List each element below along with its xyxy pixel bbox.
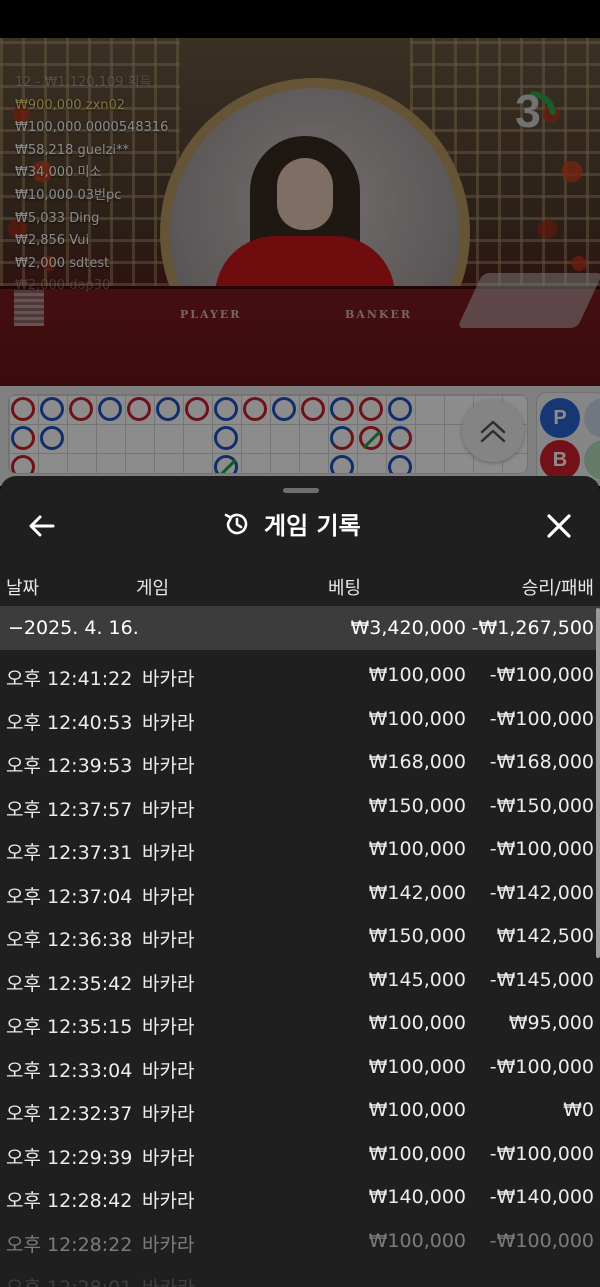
day-summary-row[interactable]: −2025. 4. 16. ₩3,420,000 -₩1,267,500 xyxy=(0,606,600,650)
win-loss-amount: -₩168,000 xyxy=(489,751,594,773)
game-name: 바카라 xyxy=(142,668,195,690)
dim-overlay[interactable] xyxy=(0,38,600,486)
game-name: 바카라 xyxy=(142,1233,195,1256)
round-time: 오후 12:29:39 xyxy=(6,1146,133,1169)
arrow-left-icon xyxy=(29,515,55,537)
bet-amount: ₩145,000 xyxy=(368,968,466,991)
column-header-bet: 베팅 xyxy=(328,578,362,599)
history-list: 오후 12:41:22 바카라 ₩100,000 -₩100,000 오후 12:40… xyxy=(0,654,600,1287)
bet-amount: ₩100,000 xyxy=(368,1142,466,1165)
status-bar xyxy=(0,0,600,38)
win-loss-amount: -₩142,000 xyxy=(489,881,594,904)
history-row[interactable]: 오후 12:36:38 바카라 ₩150,000 ₩142,500 xyxy=(0,915,600,959)
round-time: 오후 12:41:22 xyxy=(6,668,133,690)
column-header-win-loss: 승리/패배 xyxy=(521,578,594,599)
game-name: 바카라 xyxy=(142,1059,195,1082)
bet-amount: ₩140,000 xyxy=(368,1186,466,1208)
close-button[interactable] xyxy=(543,510,575,542)
bet-amount: ₩100,000 xyxy=(368,664,466,686)
round-time: 오후 12:37:57 xyxy=(6,798,133,821)
game-name: 바카라 xyxy=(142,711,195,734)
game-name: 바카라 xyxy=(142,1190,195,1212)
history-row[interactable]: 오후 12:37:57 바카라 ₩150,000 -₩150,000 xyxy=(0,785,600,829)
round-time: 오후 12:35:42 xyxy=(6,972,133,995)
round-time: 오후 12:37:04 xyxy=(6,885,133,908)
game-name: 바카라 xyxy=(142,1103,195,1125)
round-time: 오후 12:36:38 xyxy=(6,929,133,951)
sheet-title: 게임 기록 xyxy=(264,512,361,540)
round-time: 오후 12:39:53 xyxy=(6,755,133,777)
scrollbar[interactable] xyxy=(596,608,600,958)
win-loss-amount: ₩0 xyxy=(563,1099,594,1121)
win-loss-amount: -₩100,000 xyxy=(489,1142,594,1165)
game-name: 바카라 xyxy=(142,755,195,777)
round-time: 오후 12:28:42 xyxy=(6,1190,133,1212)
round-time: 오후 12:37:31 xyxy=(6,842,133,864)
history-row[interactable]: 오후 12:39:53 바카라 ₩168,000 -₩168,000 xyxy=(0,741,600,785)
history-row[interactable]: 오후 12:35:15 바카라 ₩100,000 ₩95,000 xyxy=(0,1002,600,1046)
win-loss-amount: -₩100,000 xyxy=(489,664,594,686)
day-date: −2025. 4. 16. xyxy=(8,617,139,639)
win-loss-amount: -₩100,000 xyxy=(489,838,594,860)
bet-amount: ₩150,000 xyxy=(368,794,466,817)
history-row[interactable]: 오후 12:28:42 바카라 ₩140,000 -₩140,000 xyxy=(0,1176,600,1220)
round-time: 오후 12:35:15 xyxy=(6,1016,133,1038)
bet-amount: ₩142,000 xyxy=(368,881,466,904)
bet-amount: ₩168,000 xyxy=(368,751,466,773)
bet-amount: ₩100,000 xyxy=(368,838,466,860)
game-name: 바카라 xyxy=(142,842,195,864)
round-time: 오후 12:33:04 xyxy=(6,1059,133,1082)
win-loss-amount: -₩100,000 xyxy=(489,707,594,730)
game-name: 바카라 xyxy=(142,972,195,995)
sheet-header: 게임 기록 xyxy=(0,500,600,550)
history-row[interactable]: 오후 12:35:42 바카라 ₩145,000 -₩145,000 xyxy=(0,959,600,1003)
history-row[interactable]: 오후 12:29:39 바카라 ₩100,000 -₩100,000 xyxy=(0,1133,600,1177)
back-button[interactable] xyxy=(26,510,58,542)
win-loss-amount: -₩100,000 xyxy=(489,1229,594,1252)
bet-amount: ₩100,000 xyxy=(368,1055,466,1078)
column-header-date: 날짜 xyxy=(6,578,40,599)
game-name: 바카라 xyxy=(142,1273,194,1287)
round-time: 오후 12:40:53 xyxy=(6,711,133,734)
win-loss-amount: ₩95,000 xyxy=(508,1012,594,1034)
history-row[interactable]: 오후 12:32:37 바카라 ₩100,000 ₩0 xyxy=(0,1089,600,1133)
day-total-bet: ₩3,420,000 xyxy=(350,617,466,639)
history-row[interactable]: 오후 12:37:04 바카라 ₩142,000 -₩142,000 xyxy=(0,872,600,916)
close-icon xyxy=(547,514,571,538)
history-row[interactable]: 오후 12:37:31 바카라 ₩100,000 -₩100,000 xyxy=(0,828,600,872)
win-loss-amount: ₩142,500 xyxy=(496,925,594,947)
drag-handle[interactable] xyxy=(283,488,319,493)
sheet-title-group: 게임 기록 xyxy=(222,506,361,541)
game-name: 바카라 xyxy=(142,885,195,908)
round-time: 오후 12:32:37 xyxy=(6,1103,133,1125)
win-loss-amount: -₩100,000 xyxy=(489,1055,594,1078)
history-row[interactable]: 오후 12:33:04 바카라 ₩100,000 -₩100,000 xyxy=(0,1046,600,1090)
game-name: 바카라 xyxy=(142,1016,195,1038)
game-name: 바카라 xyxy=(142,798,195,821)
win-loss-amount: -₩150,000 xyxy=(489,794,594,817)
game-name: 바카라 xyxy=(142,1146,195,1169)
bet-amount: ₩100,000 xyxy=(368,1229,466,1252)
bet-amount: ₩100,000 xyxy=(368,707,466,730)
game-name: 바카라 xyxy=(142,929,195,951)
win-loss-amount: -₩145,000 xyxy=(489,968,594,991)
history-row[interactable]: 오후 12:28:01 바카라 xyxy=(0,1263,600,1287)
column-header-game: 게임 xyxy=(136,578,170,599)
history-row[interactable]: 오후 12:41:22 바카라 ₩100,000 -₩100,000 xyxy=(0,654,600,698)
bet-amount: ₩100,000 xyxy=(368,1012,466,1034)
history-row[interactable]: 오후 12:28:22 바카라 ₩100,000 -₩100,000 xyxy=(0,1220,600,1264)
round-time: 오후 12:28:01 xyxy=(6,1273,132,1287)
bet-amount: ₩100,000 xyxy=(368,1099,466,1121)
bet-amount: ₩150,000 xyxy=(368,925,466,947)
round-time: 오후 12:28:22 xyxy=(6,1233,133,1256)
game-history-sheet: 게임 기록 날짜 게임 베팅 승리/패배 −2025. 4. 16. ₩3,42… xyxy=(0,476,600,1287)
day-total-win-loss: -₩1,267,500 xyxy=(471,617,594,639)
history-icon xyxy=(224,513,248,534)
win-loss-amount: -₩140,000 xyxy=(489,1186,594,1208)
history-row[interactable]: 오후 12:40:53 바카라 ₩100,000 -₩100,000 xyxy=(0,698,600,742)
